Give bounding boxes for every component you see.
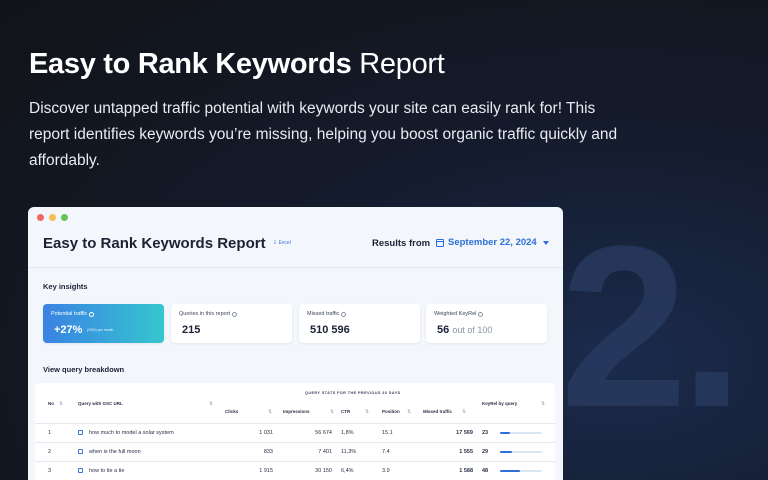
row-number: 1 <box>48 430 52 436</box>
clicks-value: 1 031 <box>259 430 273 436</box>
position-value: 3.9 <box>382 468 390 474</box>
close-dot[interactable] <box>37 214 44 221</box>
excel-export-link[interactable]: ⇩ Excel <box>273 240 291 246</box>
query-text[interactable]: how to tie a tie <box>89 468 124 474</box>
report-title: Easy to Rank Keywords Report <box>43 235 266 252</box>
breakdown-label: View query breakdown <box>43 365 125 374</box>
hero-description: Discover untapped traffic potential with… <box>29 100 618 169</box>
results-from-label: Results from <box>372 238 431 249</box>
info-icon[interactable] <box>478 311 484 317</box>
table-row[interactable]: 3 how to tie a tie 1 915 30 150 6,4% 3.9 1 588… <box>35 461 555 480</box>
minimize-dot[interactable] <box>49 214 56 221</box>
key-insights-label: Key insights <box>43 282 88 291</box>
col-keyrel[interactable]: KeyRel by query <box>482 401 517 406</box>
impressions-value: 56 674 <box>315 430 332 436</box>
impressions-value: 30 150 <box>315 468 332 474</box>
table-row[interactable]: 2 when is the full moon 833 7 401 11,3% 7.4 1 … <box>35 442 555 462</box>
keyrel-number: 56 <box>437 324 450 336</box>
keyrel-bar <box>500 470 542 472</box>
clicks-value: 833 <box>263 449 273 455</box>
sort-icon[interactable]: ⇅ <box>365 409 369 415</box>
keyrel-value: 48 <box>482 468 489 474</box>
position-value: 15.1 <box>382 430 393 436</box>
hero-title: Easy to Rank Keywords Report <box>29 48 445 81</box>
query-table: QUERY STATS FOR THE PREVIOUS 30 DAYS No … <box>35 383 555 480</box>
col-ctr[interactable]: CTR <box>341 409 350 414</box>
clicks-value: 1 915 <box>259 468 273 474</box>
col-impressions[interactable]: Impressions <box>283 409 310 414</box>
keyrel-card: Weighted KeyRel 56 out of 100 <box>426 304 547 343</box>
calendar-icon <box>436 238 444 247</box>
missed-traffic-value: 1 555 <box>459 449 473 455</box>
hero-title-light: Report <box>359 48 445 80</box>
table-span-header: QUERY STATS FOR THE PREVIOUS 30 DAYS <box>305 391 401 395</box>
sort-icon[interactable]: ⇅ <box>541 401 545 407</box>
keyrel-label: Weighted KeyRel <box>434 311 484 317</box>
report-window: Easy to Rank Keywords Report ⇩ Excel Res… <box>28 207 563 480</box>
potential-traffic-sub: (GSA) per month <box>87 328 114 332</box>
col-missed-traffic[interactable]: Missed traffic <box>423 409 452 414</box>
ctr-value: 6,4% <box>341 468 354 474</box>
keyrel-bar-fill <box>500 470 521 472</box>
external-link-icon[interactable] <box>78 468 83 473</box>
sort-icon[interactable]: ⇅ <box>209 401 213 407</box>
sort-icon[interactable]: ⇅ <box>268 409 272 415</box>
missed-traffic-value: 510 596 <box>310 324 350 336</box>
keyrel-bar-fill <box>500 432 510 434</box>
col-position[interactable]: Position <box>382 409 400 414</box>
ctr-value: 1,8% <box>341 430 354 436</box>
row-number: 3 <box>48 468 52 474</box>
window-controls <box>37 214 68 221</box>
sort-icon[interactable]: ⇅ <box>407 409 411 415</box>
sort-icon[interactable]: ⇅ <box>59 401 63 407</box>
row-number: 2 <box>48 449 52 455</box>
info-icon[interactable] <box>341 311 347 317</box>
keyrel-label-text: Weighted KeyRel <box>434 311 477 317</box>
header-divider <box>28 267 563 268</box>
queries-label-text: Queries in this report <box>179 311 231 317</box>
queries-value: 215 <box>182 324 201 336</box>
keyrel-value: 29 <box>482 449 489 455</box>
external-link-icon[interactable] <box>78 449 83 454</box>
missed-traffic-card: Missed traffic 510 596 <box>299 304 420 343</box>
ctr-value: 11,3% <box>341 449 357 455</box>
keyrel-bar <box>500 432 542 434</box>
potential-traffic-value: +27% <box>54 324 83 336</box>
col-query[interactable]: Query with GSC URL <box>78 401 123 406</box>
queries-card: Queries in this report 215 <box>171 304 292 343</box>
external-link-icon[interactable] <box>78 430 83 435</box>
col-clicks[interactable]: Clicks <box>225 409 238 414</box>
keyrel-bar <box>500 451 542 453</box>
missed-traffic-label-text: Missed traffic <box>307 311 340 317</box>
col-no[interactable]: No <box>48 401 54 406</box>
maximize-dot[interactable] <box>61 214 68 221</box>
table-row[interactable]: 1 how much to model a solar system 1 031 56… <box>35 423 555 443</box>
queries-label: Queries in this report <box>179 311 238 317</box>
potential-traffic-label: Potential traffic <box>51 311 95 317</box>
keyrel-value: 23 <box>482 430 489 436</box>
missed-traffic-value: 1 588 <box>459 468 473 474</box>
keyrel-suffix: out of 100 <box>452 325 493 335</box>
position-value: 7.4 <box>382 449 390 455</box>
hero-title-bold: Easy to Rank Keywords <box>29 48 352 80</box>
missed-traffic-value: 17 569 <box>456 430 473 436</box>
query-text[interactable]: when is the full moon <box>89 449 141 455</box>
impressions-value: 7 401 <box>318 449 332 455</box>
sort-icon[interactable]: ⇅ <box>330 409 334 415</box>
keyrel-bar-fill <box>500 451 513 453</box>
chevron-down-icon <box>542 240 549 245</box>
potential-traffic-card: Potential traffic +27% (GSA) per month <box>43 304 164 343</box>
query-text[interactable]: how much to model a solar system <box>89 430 174 436</box>
potential-traffic-label-text: Potential traffic <box>51 311 88 317</box>
info-icon[interactable] <box>232 311 238 317</box>
keyrel-value: 56 out of 100 <box>437 324 492 336</box>
missed-traffic-label: Missed traffic <box>307 311 347 317</box>
date-value: September 22, 2024 <box>448 237 537 248</box>
date-select[interactable]: September 22, 2024 <box>436 237 549 248</box>
info-icon[interactable] <box>89 311 95 317</box>
sort-icon[interactable]: ⇅ <box>462 409 466 415</box>
step-number: 2. <box>560 198 744 455</box>
